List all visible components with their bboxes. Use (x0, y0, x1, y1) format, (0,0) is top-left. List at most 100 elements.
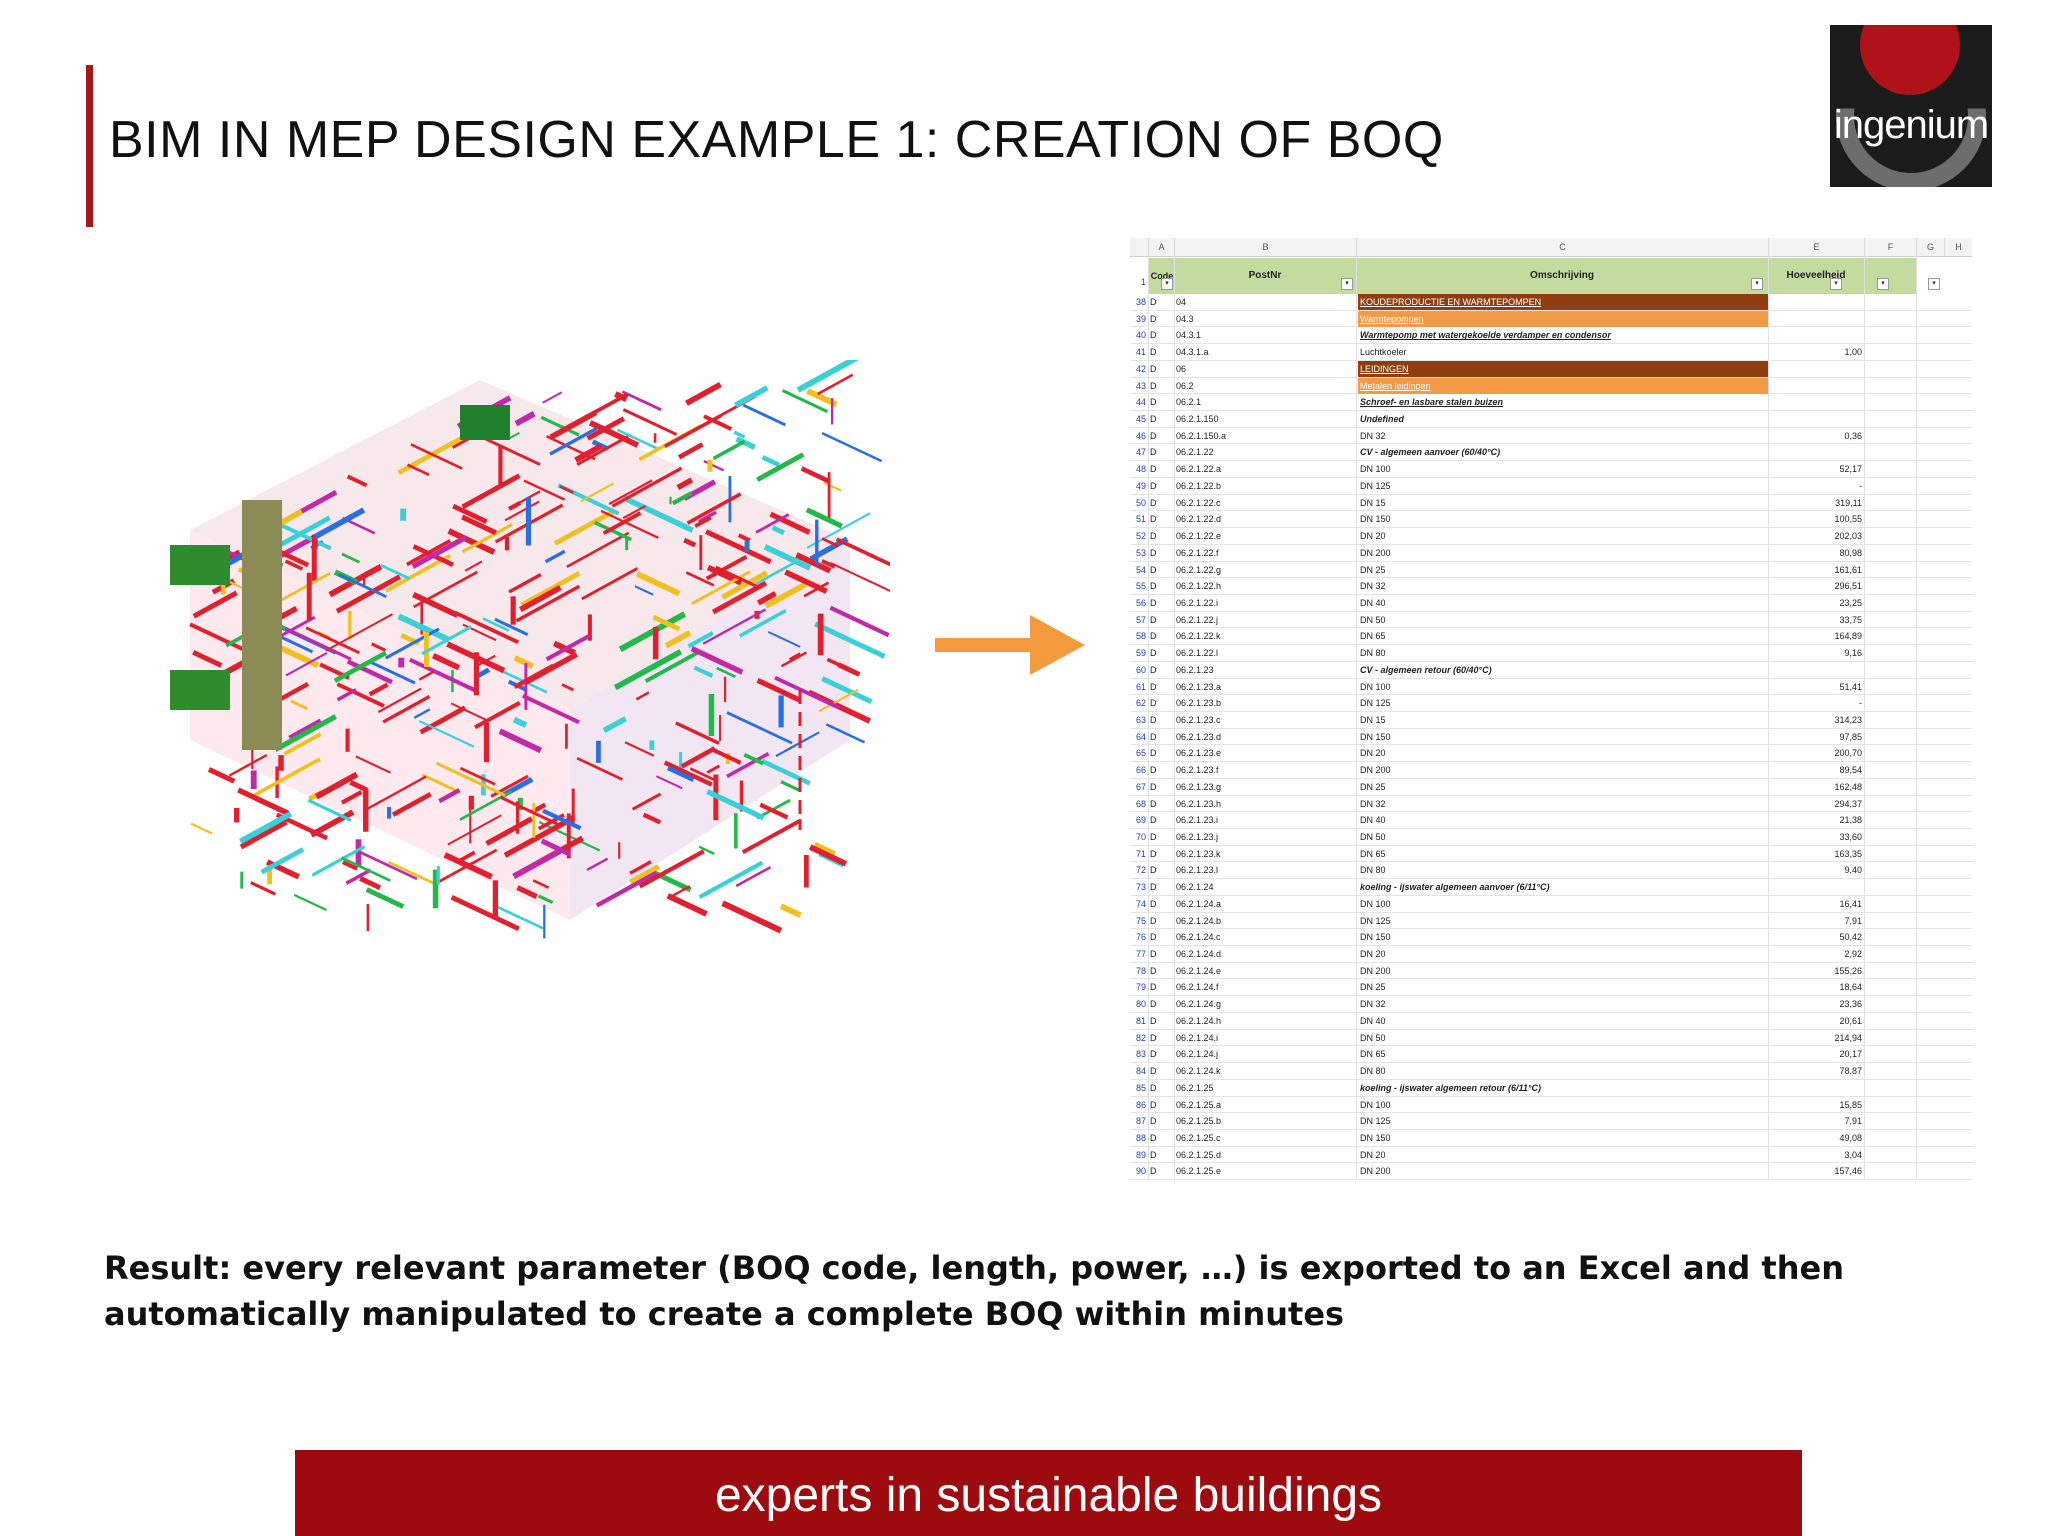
cell-postnr[interactable]: 06.2.1.24 (1176, 879, 1356, 895)
cell-omschrijving[interactable]: DN 25 (1358, 562, 1768, 578)
cell-code[interactable]: D (1150, 779, 1166, 795)
cell-code[interactable]: D (1150, 294, 1166, 310)
table-row[interactable]: 78 D 06.2.1.24.e DN 200 155,26 (1130, 963, 1972, 980)
cell-hoeveelheid[interactable]: 155,26 (1768, 963, 1862, 979)
table-row[interactable]: 48 D 06.2.1.22.a DN 100 52,17 (1130, 461, 1972, 478)
cell-code[interactable]: D (1150, 996, 1166, 1012)
table-row[interactable]: 66 D 06.2.1.23.f DN 200 89,54 (1130, 762, 1972, 779)
cell-omschrijving[interactable]: Warmtepomp met watergekoelde verdamper e… (1358, 327, 1768, 343)
cell-omschrijving[interactable]: DN 80 (1358, 645, 1768, 661)
cell-code[interactable]: D (1150, 829, 1166, 845)
cell-postnr[interactable]: 04.3 (1176, 311, 1356, 327)
cell-hoeveelheid[interactable]: 52,17 (1768, 461, 1862, 477)
cell-omschrijving[interactable]: LEIDINGEN (1358, 360, 1768, 377)
cell-postnr[interactable]: 06.2.1.24.a (1176, 896, 1356, 912)
table-row[interactable]: 75 D 06.2.1.24.b DN 125 7,91 (1130, 913, 1972, 930)
cell-omschrijving[interactable]: DN 125 (1358, 478, 1768, 494)
cell-postnr[interactable]: 06.2.1.25.b (1176, 1113, 1356, 1129)
cell-code[interactable]: D (1150, 729, 1166, 745)
cell-hoeveelheid[interactable]: 161,61 (1768, 562, 1862, 578)
table-row[interactable]: 50 D 06.2.1.22.c DN 15 319,11 (1130, 495, 1972, 512)
cell-postnr[interactable]: 06.2.1.25 (1176, 1080, 1356, 1096)
cell-omschrijving[interactable]: DN 65 (1358, 1046, 1768, 1062)
cell-postnr[interactable]: 06.2.1.24.k (1176, 1063, 1356, 1079)
cell-omschrijving[interactable]: DN 15 (1358, 712, 1768, 728)
cell-omschrijving[interactable]: DN 125 (1358, 695, 1768, 711)
cell-postnr[interactable]: 06.2.1.23.l (1176, 862, 1356, 878)
cell-hoeveelheid[interactable]: 7,91 (1768, 913, 1862, 929)
cell-postnr[interactable]: 06.2.1.25.e (1176, 1163, 1356, 1179)
cell-hoeveelheid[interactable]: 1,00 (1768, 344, 1862, 360)
table-row[interactable]: 65 D 06.2.1.23.e DN 20 200,70 (1130, 745, 1972, 763)
table-row[interactable]: 60 D 06.2.1.23 CV - algemeen retour (60/40°… (1130, 662, 1972, 679)
column-letter[interactable]: A (1148, 238, 1174, 256)
table-row[interactable]: 80 D 06.2.1.24.g DN 32 23,36 (1130, 996, 1972, 1013)
cell-hoeveelheid[interactable]: 50,42 (1768, 929, 1862, 945)
table-row[interactable]: 87 D 06.2.1.25.b DN 125 7,91 (1130, 1113, 1972, 1130)
cell-omschrijving[interactable]: DN 32 (1358, 796, 1768, 812)
cell-hoeveelheid[interactable]: 200,70 (1768, 745, 1862, 761)
cell-postnr[interactable]: 06.2.1.23.e (1176, 745, 1356, 761)
cell-omschrijving[interactable]: DN 80 (1358, 1063, 1768, 1079)
cell-omschrijving[interactable]: DN 150 (1358, 929, 1768, 945)
cell-omschrijving[interactable]: koeling - ijswater algemeen aanvoer (6/1… (1358, 879, 1768, 895)
cell-code[interactable]: D (1150, 528, 1166, 544)
cell-hoeveelheid[interactable]: 164,89 (1768, 628, 1862, 644)
cell-postnr[interactable]: 06.2.1.23.g (1176, 779, 1356, 795)
cell-omschrijving[interactable]: DN 25 (1358, 979, 1768, 995)
cell-hoeveelheid[interactable]: 162,48 (1768, 779, 1862, 795)
cell-omschrijving[interactable]: DN 32 (1358, 996, 1768, 1012)
cell-hoeveelheid[interactable]: 97,85 (1768, 729, 1862, 745)
cell-code[interactable]: D (1150, 812, 1166, 828)
cell-code[interactable]: D (1150, 595, 1166, 611)
table-row[interactable]: 81 D 06.2.1.24.h DN 40 20,61 (1130, 1013, 1972, 1030)
cell-postnr[interactable]: 06.2.1.22.l (1176, 645, 1356, 661)
column-letter[interactable]: H (1944, 238, 1972, 256)
table-row[interactable]: 56 D 06.2.1.22.i DN 40 23,25 (1130, 595, 1972, 612)
cell-hoeveelheid[interactable]: 20,17 (1768, 1046, 1862, 1062)
cell-hoeveelheid[interactable]: 33,60 (1768, 829, 1862, 845)
cell-omschrijving[interactable]: CV - algemeen retour (60/40°C) (1358, 662, 1768, 678)
cell-code[interactable]: D (1150, 712, 1166, 728)
table-row[interactable]: 86 D 06.2.1.25.a DN 100 15,85 (1130, 1097, 1972, 1114)
table-row[interactable]: 83 D 06.2.1.24.j DN 65 20,17 (1130, 1046, 1972, 1064)
cell-postnr[interactable]: 06.2.1.23.a (1176, 679, 1356, 695)
table-row[interactable]: 41 D 04.3.1.a Luchtkoeler 1,00 (1130, 344, 1972, 361)
table-row[interactable]: 62 D 06.2.1.23.b DN 125- (1130, 695, 1972, 712)
cell-code[interactable]: D (1150, 1113, 1166, 1129)
table-row[interactable]: 76 D 06.2.1.24.c DN 150 50,42 (1130, 929, 1972, 947)
cell-code[interactable]: D (1150, 545, 1166, 561)
cell-code[interactable]: D (1150, 394, 1166, 410)
cell-postnr[interactable]: 06.2.1.24.g (1176, 996, 1356, 1012)
cell-hoeveelheid[interactable]: - (1768, 478, 1862, 494)
cell-omschrijving[interactable]: DN 200 (1358, 963, 1768, 979)
cell-hoeveelheid[interactable]: 157,46 (1768, 1163, 1862, 1179)
cell-hoeveelheid[interactable]: 100,55 (1768, 511, 1862, 527)
cell-code[interactable]: D (1150, 762, 1166, 778)
table-row[interactable]: 53 D 06.2.1.22.f DN 200 80,98 (1130, 545, 1972, 562)
cell-postnr[interactable]: 06.2.1.22.j (1176, 612, 1356, 628)
table-row[interactable]: 44 D 06.2.1 Schroef- en lasbare stalen buiz… (1130, 394, 1972, 412)
cell-postnr[interactable]: 06.2.1.22.k (1176, 628, 1356, 644)
table-row[interactable]: 72 D 06.2.1.23.l DN 80 9,40 (1130, 862, 1972, 880)
cell-code[interactable]: D (1150, 1097, 1166, 1113)
cell-code[interactable]: D (1150, 628, 1166, 644)
cell-omschrijving[interactable]: DN 20 (1358, 946, 1768, 962)
table-row[interactable]: 85 D 06.2.1.25 koeling - ijswater algemeen … (1130, 1080, 1972, 1097)
cell-omschrijving[interactable]: DN 40 (1358, 1013, 1768, 1029)
cell-hoeveelheid[interactable]: 89,54 (1768, 762, 1862, 778)
cell-hoeveelheid[interactable]: 9,40 (1768, 862, 1862, 878)
cell-code[interactable]: D (1150, 1063, 1166, 1079)
cell-omschrijving[interactable]: DN 50 (1358, 1030, 1768, 1046)
cell-code[interactable]: D (1150, 411, 1166, 427)
cell-omschrijving[interactable]: DN 200 (1358, 1163, 1768, 1179)
cell-omschrijving[interactable]: DN 80 (1358, 862, 1768, 878)
cell-omschrijving[interactable]: DN 32 (1358, 578, 1768, 594)
cell-code[interactable]: D (1150, 361, 1166, 377)
cell-omschrijving[interactable]: DN 20 (1358, 1147, 1768, 1163)
header-hoeveelheid[interactable]: Hoeveelheid (1768, 258, 1864, 294)
cell-omschrijving[interactable]: DN 50 (1358, 829, 1768, 845)
cell-postnr[interactable]: 06.2.1.22 (1176, 444, 1356, 460)
table-row[interactable]: 69 D 06.2.1.23.i DN 40 21,38 (1130, 812, 1972, 829)
cell-omschrijving[interactable]: koeling - ijswater algemeen retour (6/11… (1358, 1080, 1768, 1096)
